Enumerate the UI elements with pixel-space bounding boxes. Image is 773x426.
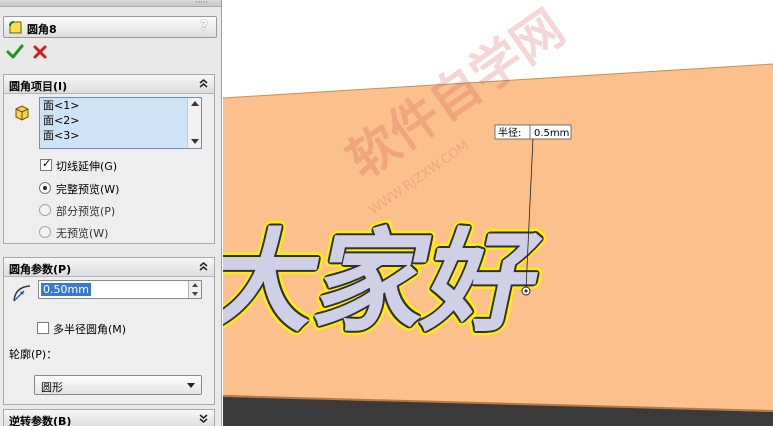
chevron-down-icon[interactable] xyxy=(187,383,195,388)
profile-label: 轮廓(P)： xyxy=(9,348,58,361)
panel-tab-strip: ····· xyxy=(0,0,221,7)
fillet-params-header[interactable]: 圆角参数(P) xyxy=(4,258,214,277)
tangent-propagation-checkbox[interactable]: ✓ xyxy=(40,157,52,171)
full-preview-label: 完整预览(W) xyxy=(56,183,120,196)
text-top-face[interactable]: 大家好 xyxy=(223,219,552,348)
collapse-icon[interactable] xyxy=(197,260,210,273)
partial-preview-radio[interactable] xyxy=(39,204,51,216)
profile-select[interactable]: 圆形 xyxy=(34,375,202,395)
fillet-items-title: 圆角项目(I) xyxy=(9,80,68,93)
help-button[interactable]: ? xyxy=(197,18,211,36)
face-selection-icon xyxy=(15,105,29,121)
callout-value[interactable]: 0.5mm xyxy=(534,128,569,139)
more-icon[interactable]: ····· xyxy=(195,0,208,7)
spin-down-icon[interactable] xyxy=(192,292,198,296)
fillet-params-title: 圆角参数(P) xyxy=(9,263,72,276)
feature-title: 圆角8 xyxy=(27,23,57,36)
radius-input[interactable]: 0.50mm xyxy=(38,280,202,299)
no-preview-radio[interactable] xyxy=(39,226,51,238)
scroll-down-icon[interactable] xyxy=(191,139,199,144)
tangent-propagation-label: 切线延伸(G) xyxy=(56,160,118,173)
checkmark-icon: ✓ xyxy=(42,157,52,170)
dimension-anchor-dot xyxy=(524,289,528,293)
cancel-button[interactable] xyxy=(31,43,49,61)
radius-icon xyxy=(13,285,31,302)
multi-radius-checkbox[interactable] xyxy=(37,322,49,334)
expand-icon[interactable] xyxy=(197,412,210,425)
list-item[interactable]: 面<3> xyxy=(40,128,201,143)
partial-preview-label: 部分预览(P) xyxy=(56,205,116,218)
full-preview-radio[interactable] xyxy=(39,182,51,194)
no-preview-label: 无预览(W) xyxy=(56,227,109,240)
callout-label: 半径: xyxy=(498,126,521,139)
ok-button[interactable] xyxy=(6,43,24,61)
list-item[interactable]: 面<1> xyxy=(40,98,201,113)
fillet-feature-icon xyxy=(9,21,22,34)
radius-spinner[interactable] xyxy=(188,281,201,298)
radius-value[interactable]: 0.50mm xyxy=(41,283,91,296)
model-view[interactable]: 软件自学网 WWW.RJZXW.COM 大家好 大家好 大家好 半径: 0.5m… xyxy=(223,0,773,426)
radio-dot-icon xyxy=(43,186,47,190)
profile-value: 圆形 xyxy=(41,381,63,394)
scroll-up-icon[interactable] xyxy=(191,101,199,106)
setback-params-group: 逆转参数(B) xyxy=(3,409,215,426)
radius-callout[interactable]: 半径: 0.5mm xyxy=(494,124,572,140)
extruded-text[interactable]: 大家好 大家好 大家好 xyxy=(223,214,556,352)
setback-params-title: 逆转参数(B) xyxy=(9,415,72,426)
collapse-icon[interactable] xyxy=(197,77,210,90)
property-manager-panel: ····· 圆角8 ? 圆角项目(I) 面<1> 面<2> 面<3> ✓ 切线延… xyxy=(0,0,222,426)
feature-title-bar: 圆角8 ? xyxy=(3,16,217,38)
spin-up-icon[interactable] xyxy=(192,283,198,287)
face-selection-list[interactable]: 面<1> 面<2> 面<3> xyxy=(39,97,202,149)
fillet-params-group: 圆角参数(P) 0.50mm 多半径圆角(M) 轮廓(P)： 圆形 xyxy=(3,257,215,405)
list-item[interactable]: 面<2> xyxy=(40,113,201,128)
fillet-items-group: 圆角项目(I) 面<1> 面<2> 面<3> ✓ 切线延伸(G) 完整预览(W)… xyxy=(3,74,215,244)
multi-radius-label: 多半径圆角(M) xyxy=(53,323,127,336)
graphics-area[interactable]: 软件自学网 WWW.RJZXW.COM 大家好 大家好 大家好 半径: 0.5m… xyxy=(223,0,773,426)
list-scrollbar[interactable] xyxy=(187,98,201,148)
fillet-items-header[interactable]: 圆角项目(I) xyxy=(4,75,214,94)
setback-params-header[interactable]: 逆转参数(B) xyxy=(4,410,214,426)
